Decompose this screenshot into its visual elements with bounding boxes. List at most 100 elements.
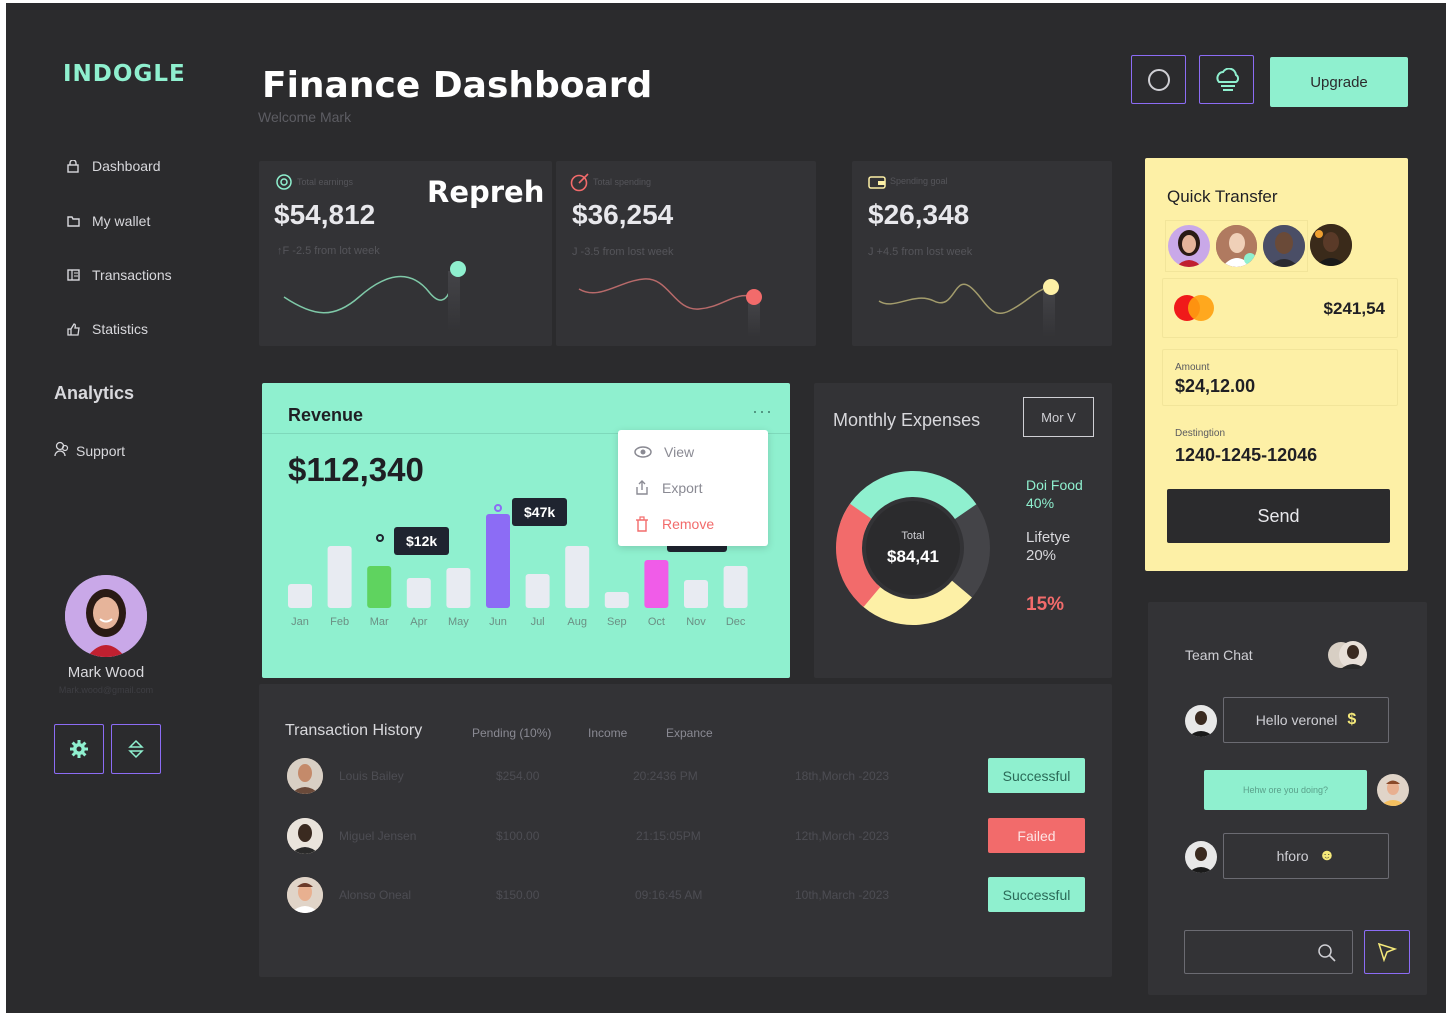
- profile-email: Mark.wood@gmail.com: [58, 685, 154, 695]
- sidebar-item-wallet[interactable]: My wallet: [66, 213, 150, 229]
- sidebar-item-label: My wallet: [92, 213, 151, 229]
- legend-pct: 20%: [1026, 547, 1057, 564]
- bar-oct[interactable]: [644, 560, 669, 608]
- lock-icon: [66, 159, 80, 173]
- month-label: Sep: [607, 616, 627, 628]
- status-badge: Successful: [988, 877, 1085, 912]
- tab-income[interactable]: Income: [588, 726, 627, 740]
- sidebar-item-transactions[interactable]: Transactions: [66, 267, 172, 283]
- bar-sep[interactable]: [604, 592, 629, 608]
- sidebar-item-label: Support: [76, 442, 126, 459]
- marker-dot: [376, 534, 384, 542]
- stat-card-earnings[interactable]: Total earnings $54,812 Repreh ↑F -2.5 fr…: [259, 161, 552, 346]
- analytics-heading: Analytics: [54, 383, 135, 403]
- context-menu: View Export Remove: [618, 430, 768, 546]
- bar-tooltip: $12k: [394, 527, 450, 555]
- table-row[interactable]: Louis Bailey $254.00 20:2436 PM 18th,Mor…: [287, 758, 1087, 794]
- folder-icon: [66, 214, 80, 228]
- more-icon[interactable]: ···: [752, 401, 773, 422]
- stat-card-goal[interactable]: Spending goal $26,348 J +4.5 from lost w…: [852, 161, 1112, 346]
- circle-icon: [1147, 68, 1170, 91]
- sparkline-earnings: [283, 261, 466, 331]
- contact-avatar[interactable]: [1263, 225, 1306, 267]
- send-message-button[interactable]: [1364, 930, 1410, 974]
- avatar[interactable]: [65, 575, 147, 657]
- bar-dec[interactable]: [723, 566, 748, 608]
- page-subtitle: Welcome Mark: [258, 109, 352, 125]
- month-label: Mar: [369, 616, 389, 628]
- card-amount: $241,54: [1323, 299, 1385, 318]
- sidebar-item-statistics[interactable]: Statistics: [66, 321, 148, 337]
- menu-item-label: Remove: [662, 516, 715, 532]
- payment-card[interactable]: $241,54: [1162, 278, 1398, 338]
- sidebar-item-support[interactable]: Support: [54, 441, 125, 460]
- bar-mar[interactable]: [367, 566, 392, 608]
- stat-value: $36,254: [572, 199, 674, 230]
- contact-avatar[interactable]: [1310, 224, 1352, 266]
- amount-field[interactable]: Amount $24,12.00: [1162, 349, 1398, 406]
- chat-title: Team Chat: [1185, 647, 1253, 663]
- contact-avatar[interactable]: [1168, 225, 1210, 267]
- stat-card-spending[interactable]: Total spending $36,254 J -3.5 from lost …: [556, 161, 816, 346]
- tab-expense[interactable]: Expance: [666, 726, 713, 740]
- row-avatar: [287, 877, 323, 913]
- chat-message-text: hforo: [1276, 848, 1309, 864]
- status-badge: Successful: [988, 758, 1085, 793]
- page-title: Finance Dashboard: [262, 65, 653, 106]
- stat-value: $54,812: [274, 199, 376, 230]
- bar-jul[interactable]: [525, 574, 550, 608]
- expenses-title: Monthly Expenses: [833, 410, 981, 430]
- thumbs-up-icon: [66, 322, 80, 336]
- status-badge: Failed: [988, 818, 1085, 853]
- menu-item-view[interactable]: View: [618, 434, 768, 470]
- marker-dot: [494, 504, 502, 512]
- month-filter-select[interactable]: Mor V: [1023, 397, 1094, 437]
- person-avatar-icon: [65, 575, 147, 657]
- table-row[interactable]: Miguel Jensen $100.00 21:15:05PM 12th,Mo…: [287, 818, 1087, 854]
- stat-subtext: ↑F -2.5 from lot week: [277, 245, 380, 257]
- bar-nov[interactable]: [684, 580, 708, 608]
- theme-toggle-button[interactable]: [1131, 55, 1186, 104]
- cloud-button[interactable]: [1199, 55, 1254, 104]
- bar-jan[interactable]: [288, 584, 312, 608]
- row-name: Alonso Oneal: [339, 888, 412, 902]
- contact-avatar[interactable]: [1215, 225, 1258, 267]
- bar-may[interactable]: [446, 568, 471, 608]
- sidebar-item-label: Dashboard: [92, 158, 161, 174]
- amount-label: Amount: [1175, 362, 1210, 373]
- send-button[interactable]: Send: [1167, 489, 1390, 543]
- row-time: 20:2436 PM: [633, 769, 698, 783]
- month-label: Jun: [489, 616, 507, 628]
- sparkline-spending: [578, 278, 762, 337]
- bar-apr[interactable]: [406, 578, 431, 608]
- stat-subtext: J -3.5 from lost week: [572, 246, 674, 258]
- table-row[interactable]: Alonso Oneal $150.00 09:16:45 AM 10th,Ma…: [287, 877, 1087, 913]
- bar-feb[interactable]: [327, 546, 352, 608]
- sidebar-item-dashboard[interactable]: Dashboard: [66, 158, 161, 174]
- trash-icon: [636, 516, 648, 532]
- chat-group-avatar[interactable]: [1327, 639, 1369, 671]
- month-label: Jul: [530, 616, 545, 628]
- menu-item-remove[interactable]: Remove: [618, 506, 768, 542]
- row-avatar: [287, 758, 323, 794]
- sort-button[interactable]: [111, 724, 161, 774]
- month-label: Aug: [567, 616, 587, 628]
- row-amount: $254.00: [496, 769, 540, 783]
- sidebar-item-label: Transactions: [92, 267, 172, 283]
- bar-aug[interactable]: [565, 546, 590, 608]
- tab-pending[interactable]: Pending (10%): [472, 726, 551, 740]
- bar-jun[interactable]: [486, 514, 510, 608]
- destination-value[interactable]: 1240-1245-12046: [1175, 445, 1317, 466]
- upgrade-button[interactable]: Upgrade: [1270, 57, 1408, 107]
- settings-button[interactable]: [54, 724, 104, 774]
- bar-tooltip: $47k: [512, 498, 568, 526]
- sidebar-item-label: Statistics: [92, 321, 149, 337]
- app-frame: INDOGLE Finance Dashboard Welcome Mark U…: [6, 3, 1446, 1013]
- chat-input[interactable]: [1184, 930, 1353, 974]
- menu-item-export[interactable]: Export: [618, 470, 768, 506]
- legend-name: Doi Food: [1026, 477, 1083, 493]
- stat-label: Total spending: [593, 177, 652, 187]
- search-icon: [1318, 944, 1336, 962]
- chat-message: Hehw ore you doing?: [1204, 770, 1367, 810]
- transactions-title: Transaction History: [285, 722, 423, 739]
